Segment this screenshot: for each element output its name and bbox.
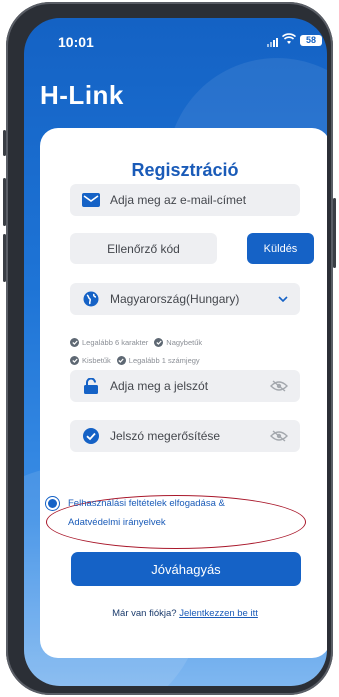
- email-placeholder: Adja meg az e-mail-címet: [110, 193, 247, 207]
- mail-icon: [80, 193, 102, 207]
- requirement-label: Legalább 6 karakter: [82, 338, 149, 347]
- terms-line-1[interactable]: Felhasználási feltételek elfogadása &: [68, 494, 300, 513]
- country-value: Magyarország(Hungary): [110, 292, 240, 306]
- signal-icon: [267, 38, 278, 47]
- check-circle-icon: [70, 338, 79, 347]
- password-requirements-row-2: Kisbetűk Legalább 1 számjegy: [70, 356, 200, 365]
- lock-icon: [80, 378, 102, 394]
- app-title: H-Link: [40, 80, 124, 110]
- requirement-label: Kisbetűk: [82, 356, 111, 365]
- login-prompt-text: Már van fiókja?: [112, 608, 177, 619]
- country-select[interactable]: Magyarország(Hungary): [70, 283, 300, 315]
- screen: 10:01 58 H-Link Regisztráció Adja meg az…: [24, 18, 327, 686]
- registration-card: Regisztráció Adja meg az e-mail-címet El…: [40, 128, 327, 658]
- login-prompt: Már van fiókja? Jelentkezzen be itt: [40, 608, 327, 619]
- requirement-label: Legalább 1 számjegy: [128, 356, 200, 365]
- requirement-label: Nagybetűk: [166, 338, 203, 347]
- password-field[interactable]: Adja meg a jelszót: [70, 370, 300, 402]
- verification-code-field[interactable]: Ellenőrző kód: [70, 233, 217, 264]
- send-code-button[interactable]: Küldés: [247, 233, 314, 264]
- check-circle-icon: [70, 356, 79, 365]
- wifi-icon: [281, 32, 297, 50]
- email-field[interactable]: Adja meg az e-mail-címet: [70, 184, 300, 216]
- terms-consent[interactable]: Felhasználási feltételek elfogadása & Ad…: [48, 494, 300, 532]
- chevron-down-icon: [278, 283, 288, 315]
- battery-icon: 58: [300, 35, 322, 46]
- terms-radio[interactable]: [48, 499, 57, 508]
- check-circle-icon: [80, 428, 102, 444]
- volume-down-button: [3, 234, 6, 282]
- status-bar: 10:01 58: [24, 18, 327, 62]
- power-button: [333, 198, 336, 268]
- confirm-password-field[interactable]: Jelszó megerősítése: [70, 420, 300, 452]
- check-circle-icon: [116, 356, 126, 365]
- password-requirements-row-1: Legalább 6 karakter Nagybetűk: [70, 338, 202, 347]
- verification-code-placeholder: Ellenőrző kód: [107, 241, 180, 256]
- login-link[interactable]: Jelentkezzen be itt: [179, 608, 258, 619]
- eye-off-icon[interactable]: [270, 370, 288, 402]
- mute-switch: [3, 130, 6, 156]
- terms-line-2[interactable]: Adatvédelmi irányelvek: [68, 513, 300, 532]
- phone-frame: 10:01 58 H-Link Regisztráció Adja meg az…: [3, 2, 336, 695]
- globe-icon: [80, 291, 102, 307]
- confirm-password-placeholder: Jelszó megerősítése: [110, 429, 221, 443]
- password-placeholder: Adja meg a jelszót: [110, 379, 209, 393]
- volume-up-button: [3, 178, 6, 226]
- check-circle-icon: [154, 338, 164, 347]
- status-time: 10:01: [58, 34, 94, 50]
- eye-off-icon[interactable]: [270, 420, 288, 452]
- page-title: Regisztráció: [131, 160, 239, 180]
- approve-button[interactable]: Jóváhagyás: [71, 552, 301, 586]
